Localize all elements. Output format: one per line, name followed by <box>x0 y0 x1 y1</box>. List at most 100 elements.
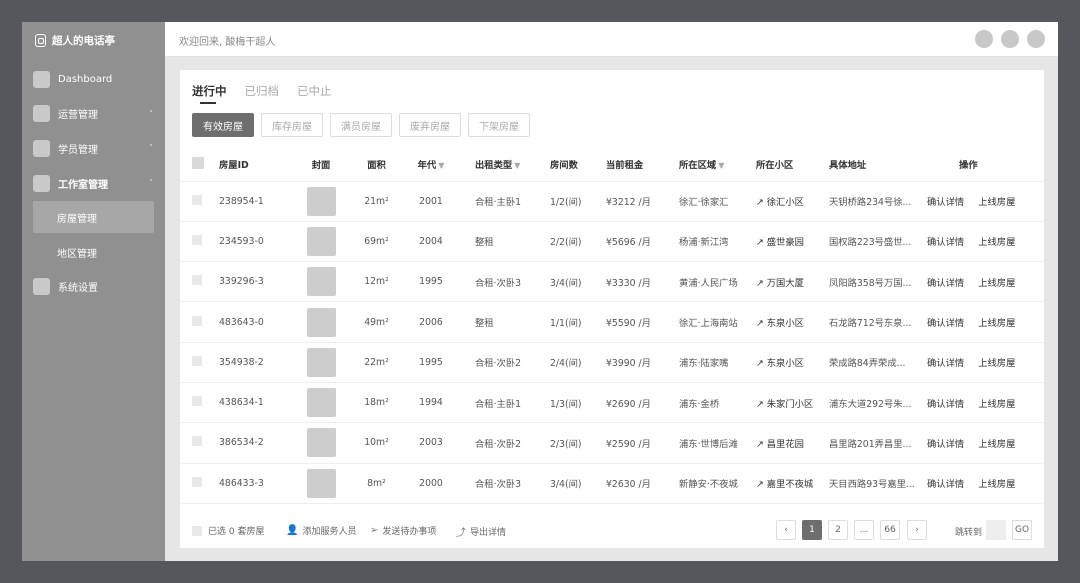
filter-icon[interactable]: ▼ <box>718 161 724 170</box>
rent-type: 合租·次卧3 <box>459 261 534 303</box>
community-link[interactable]: ↗ 朱家门小区 <box>744 382 817 424</box>
publish-house-button[interactable]: 上线房屋 <box>978 439 1015 450</box>
house-id: 438634-1 <box>207 382 292 424</box>
publish-house-button[interactable]: 上线房屋 <box>978 479 1015 490</box>
room-count: 2/4(间) <box>534 342 596 383</box>
house-region: 浦东·陆家嘴 <box>669 342 744 383</box>
page-button-2[interactable]: 2 <box>828 520 848 540</box>
community-link[interactable]: ↗ 东泉小区 <box>744 342 817 383</box>
page-button-1[interactable]: 1 <box>802 520 822 540</box>
cover-image <box>306 468 336 498</box>
col-rent: 当前租金 <box>596 148 669 182</box>
sidebar-subitem-houses[interactable]: 房屋管理 <box>33 201 154 234</box>
page-button-66[interactable]: 66 <box>880 520 900 540</box>
col-region-label: 所在区域 <box>679 160 717 172</box>
sidebar-item-dashboard[interactable]: Dashboard <box>22 62 165 97</box>
filter-icon[interactable]: ▼ <box>438 161 444 170</box>
cover-image <box>306 428 336 458</box>
house-year: 1994 <box>403 382 459 424</box>
row-checkbox[interactable] <box>192 315 202 326</box>
row-checkbox[interactable] <box>192 436 202 447</box>
confirm-details-button[interactable]: 确认详情 <box>927 237 964 248</box>
house-year: 2004 <box>403 221 459 263</box>
house-area: 22m² <box>350 342 403 383</box>
house-region: 浦东·世博后滩 <box>669 422 744 464</box>
send-todo-button[interactable]: ➢ 发送待办事项 <box>370 524 436 537</box>
community-link[interactable]: ↗ 万国大厦 <box>744 261 817 303</box>
house-area: 12m² <box>350 261 403 303</box>
filter-full-button[interactable]: 满员房屋 <box>330 113 392 137</box>
select-all-checkbox[interactable] <box>192 156 204 169</box>
table-row: 438634-1 18m² 1994 合租·主卧1 1/3(间) ¥2690 /月 浦东·金… <box>180 382 1044 424</box>
message-icon[interactable] <box>1001 30 1019 48</box>
tab-in-progress[interactable]: 进行中 <box>192 83 227 104</box>
row-checkbox[interactable] <box>192 275 202 286</box>
confirm-details-button[interactable]: 确认详情 <box>927 197 964 208</box>
col-rooms: 房间数 <box>534 148 596 182</box>
confirm-details-button[interactable]: 确认详情 <box>927 479 964 490</box>
prev-page-button[interactable]: ‹ <box>776 520 796 540</box>
publish-house-button[interactable]: 上线房屋 <box>978 237 1015 248</box>
notification-icon[interactable] <box>975 30 993 48</box>
publish-house-button[interactable]: 上线房屋 <box>978 278 1015 289</box>
filter-offline-button[interactable]: 下架房屋 <box>468 113 530 137</box>
row-checkbox[interactable] <box>192 396 202 407</box>
col-type: 出租类型 ▼ <box>459 148 534 182</box>
filter-abandoned-button[interactable]: 废弃房屋 <box>399 113 461 137</box>
community-link[interactable]: ↗ 昌里花园 <box>744 422 817 464</box>
top-bar: 欢迎回来, 酸梅干超人 <box>165 22 1058 57</box>
rent-type: 合租·主卧1 <box>459 181 534 222</box>
house-filters: 有效房屋 库存房屋 满员房屋 废弃房屋 下架房屋 <box>192 113 537 137</box>
tab-terminated[interactable]: 已中止 <box>297 83 332 104</box>
room-count: 1/3(间) <box>534 382 596 424</box>
sidebar-subitem-regions[interactable]: 地区管理 <box>22 235 165 270</box>
sidebar-subitem-label: 地区管理 <box>57 248 97 260</box>
sidebar-item-studio[interactable]: 工作室管理 ˄ <box>22 166 165 201</box>
next-page-button[interactable]: › <box>907 520 927 540</box>
community-link[interactable]: ↗ 盛世豪园 <box>744 221 817 263</box>
house-area: 8m² <box>350 463 403 504</box>
filter-valid-button[interactable]: 有效房屋 <box>192 113 254 137</box>
studio-icon <box>33 174 50 192</box>
confirm-details-button[interactable]: 确认详情 <box>927 399 964 410</box>
sidebar-item-students[interactable]: 学员管理 ˅ <box>22 131 165 166</box>
row-checkbox[interactable] <box>192 234 202 245</box>
community-link[interactable]: ↗ 嘉里不夜城 <box>744 463 817 504</box>
house-area: 10m² <box>350 422 403 464</box>
publish-house-button[interactable]: 上线房屋 <box>978 318 1015 329</box>
confirm-details-button[interactable]: 确认详情 <box>927 278 964 289</box>
sidebar-item-operations[interactable]: 运营管理 ˅ <box>22 97 165 132</box>
avatar[interactable] <box>1027 30 1045 48</box>
sidebar-nav: Dashboard 运营管理 ˅ 学员管理 ˅ 工作室管理 ˄ 房屋管理 地区管… <box>22 62 165 304</box>
publish-house-button[interactable]: 上线房屋 <box>978 399 1015 410</box>
filter-icon[interactable]: ▼ <box>514 161 520 170</box>
confirm-details-button[interactable]: 确认详情 <box>927 318 964 329</box>
row-checkbox[interactable] <box>192 355 202 366</box>
jump-page-input[interactable] <box>986 520 1006 540</box>
col-actions: 操作 <box>920 148 1044 182</box>
filter-stock-button[interactable]: 库存房屋 <box>261 113 323 137</box>
footer-checkbox[interactable] <box>192 525 202 536</box>
sidebar-item-label: 工作室管理 <box>58 179 108 191</box>
add-staff-button[interactable]: 👤 添加服务人员 <box>286 524 356 537</box>
col-year: 年代 ▼ <box>403 148 459 182</box>
rent-type: 合租·次卧3 <box>459 463 534 504</box>
community-link[interactable]: ↗ 东泉小区 <box>744 301 817 343</box>
row-checkbox[interactable] <box>192 194 202 205</box>
house-region: 黄浦·人民广场 <box>669 261 744 303</box>
col-address: 具体地址 <box>817 148 920 182</box>
rent-type: 合租·主卧1 <box>459 382 534 424</box>
house-area: 18m² <box>350 382 403 424</box>
col-community: 所在小区 <box>744 148 817 182</box>
tab-archived[interactable]: 已归档 <box>245 83 280 104</box>
export-button[interactable]: ⤴ 导出详情 <box>456 524 506 539</box>
go-button[interactable]: GO <box>1012 520 1032 540</box>
community-link[interactable]: ↗ 徐汇小区 <box>744 181 817 222</box>
confirm-details-button[interactable]: 确认详情 <box>927 358 964 369</box>
confirm-details-button[interactable]: 确认详情 <box>927 439 964 450</box>
publish-house-button[interactable]: 上线房屋 <box>978 197 1015 208</box>
publish-house-button[interactable]: 上线房屋 <box>978 358 1015 369</box>
row-checkbox[interactable] <box>192 476 202 487</box>
room-count: 1/1(间) <box>534 301 596 343</box>
sidebar-item-settings[interactable]: 系统设置 <box>22 270 165 305</box>
